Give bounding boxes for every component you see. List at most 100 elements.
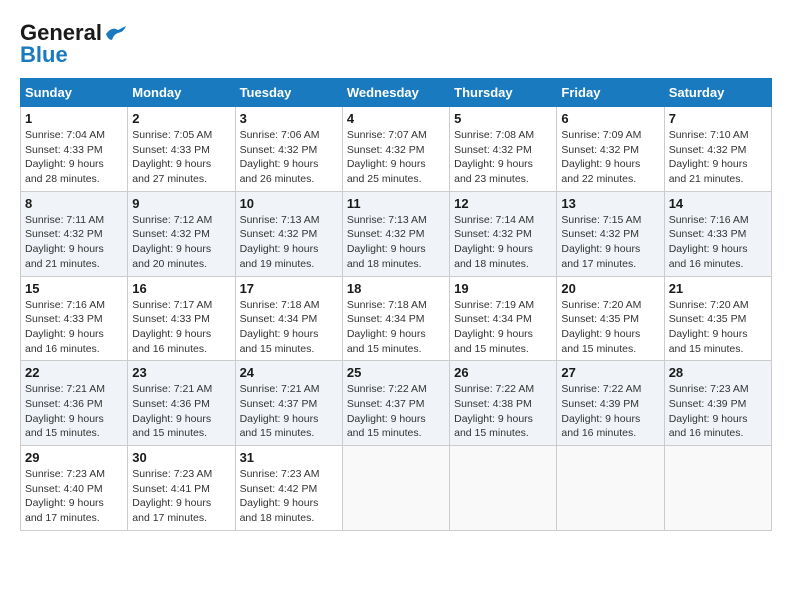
- day-number: 27: [561, 365, 659, 380]
- day-info: Sunrise: 7:04 AM Sunset: 4:33 PM Dayligh…: [25, 128, 123, 187]
- day-info: Sunrise: 7:16 AM Sunset: 4:33 PM Dayligh…: [669, 213, 767, 272]
- calendar-week-row: 15 Sunrise: 7:16 AM Sunset: 4:33 PM Dayl…: [21, 276, 772, 361]
- calendar-day-cell: [450, 446, 557, 531]
- calendar-day-cell: 20 Sunrise: 7:20 AM Sunset: 4:35 PM Dayl…: [557, 276, 664, 361]
- day-number: 13: [561, 196, 659, 211]
- calendar-day-cell: [557, 446, 664, 531]
- calendar-day-cell: 30 Sunrise: 7:23 AM Sunset: 4:41 PM Dayl…: [128, 446, 235, 531]
- day-number: 6: [561, 111, 659, 126]
- calendar-day-cell: 2 Sunrise: 7:05 AM Sunset: 4:33 PM Dayli…: [128, 107, 235, 192]
- day-number: 31: [240, 450, 338, 465]
- calendar-day-cell: 11 Sunrise: 7:13 AM Sunset: 4:32 PM Dayl…: [342, 191, 449, 276]
- calendar-weekday-header: Thursday: [450, 79, 557, 107]
- calendar-day-cell: 6 Sunrise: 7:09 AM Sunset: 4:32 PM Dayli…: [557, 107, 664, 192]
- calendar-day-cell: [342, 446, 449, 531]
- calendar-weekday-header: Saturday: [664, 79, 771, 107]
- day-info: Sunrise: 7:23 AM Sunset: 4:41 PM Dayligh…: [132, 467, 230, 526]
- calendar-day-cell: 16 Sunrise: 7:17 AM Sunset: 4:33 PM Dayl…: [128, 276, 235, 361]
- day-number: 2: [132, 111, 230, 126]
- day-info: Sunrise: 7:12 AM Sunset: 4:32 PM Dayligh…: [132, 213, 230, 272]
- day-number: 20: [561, 281, 659, 296]
- calendar-day-cell: 24 Sunrise: 7:21 AM Sunset: 4:37 PM Dayl…: [235, 361, 342, 446]
- calendar-day-cell: 21 Sunrise: 7:20 AM Sunset: 4:35 PM Dayl…: [664, 276, 771, 361]
- calendar-weekday-header: Wednesday: [342, 79, 449, 107]
- day-number: 25: [347, 365, 445, 380]
- day-info: Sunrise: 7:13 AM Sunset: 4:32 PM Dayligh…: [347, 213, 445, 272]
- day-number: 22: [25, 365, 123, 380]
- calendar-week-row: 1 Sunrise: 7:04 AM Sunset: 4:33 PM Dayli…: [21, 107, 772, 192]
- day-info: Sunrise: 7:09 AM Sunset: 4:32 PM Dayligh…: [561, 128, 659, 187]
- day-number: 18: [347, 281, 445, 296]
- day-number: 15: [25, 281, 123, 296]
- calendar-day-cell: 26 Sunrise: 7:22 AM Sunset: 4:38 PM Dayl…: [450, 361, 557, 446]
- calendar-day-cell: 27 Sunrise: 7:22 AM Sunset: 4:39 PM Dayl…: [557, 361, 664, 446]
- day-info: Sunrise: 7:20 AM Sunset: 4:35 PM Dayligh…: [669, 298, 767, 357]
- day-info: Sunrise: 7:13 AM Sunset: 4:32 PM Dayligh…: [240, 213, 338, 272]
- day-number: 23: [132, 365, 230, 380]
- day-info: Sunrise: 7:22 AM Sunset: 4:38 PM Dayligh…: [454, 382, 552, 441]
- calendar-header-row: SundayMondayTuesdayWednesdayThursdayFrid…: [21, 79, 772, 107]
- calendar-day-cell: 5 Sunrise: 7:08 AM Sunset: 4:32 PM Dayli…: [450, 107, 557, 192]
- calendar-table: SundayMondayTuesdayWednesdayThursdayFrid…: [20, 78, 772, 531]
- day-info: Sunrise: 7:15 AM Sunset: 4:32 PM Dayligh…: [561, 213, 659, 272]
- calendar-week-row: 29 Sunrise: 7:23 AM Sunset: 4:40 PM Dayl…: [21, 446, 772, 531]
- calendar-weekday-header: Sunday: [21, 79, 128, 107]
- day-info: Sunrise: 7:11 AM Sunset: 4:32 PM Dayligh…: [25, 213, 123, 272]
- calendar-day-cell: 4 Sunrise: 7:07 AM Sunset: 4:32 PM Dayli…: [342, 107, 449, 192]
- day-info: Sunrise: 7:23 AM Sunset: 4:42 PM Dayligh…: [240, 467, 338, 526]
- calendar-day-cell: 29 Sunrise: 7:23 AM Sunset: 4:40 PM Dayl…: [21, 446, 128, 531]
- day-number: 5: [454, 111, 552, 126]
- day-info: Sunrise: 7:16 AM Sunset: 4:33 PM Dayligh…: [25, 298, 123, 357]
- day-info: Sunrise: 7:21 AM Sunset: 4:36 PM Dayligh…: [132, 382, 230, 441]
- calendar-day-cell: 15 Sunrise: 7:16 AM Sunset: 4:33 PM Dayl…: [21, 276, 128, 361]
- day-info: Sunrise: 7:21 AM Sunset: 4:37 PM Dayligh…: [240, 382, 338, 441]
- day-number: 29: [25, 450, 123, 465]
- day-info: Sunrise: 7:14 AM Sunset: 4:32 PM Dayligh…: [454, 213, 552, 272]
- calendar-day-cell: 9 Sunrise: 7:12 AM Sunset: 4:32 PM Dayli…: [128, 191, 235, 276]
- calendar-day-cell: 14 Sunrise: 7:16 AM Sunset: 4:33 PM Dayl…: [664, 191, 771, 276]
- day-number: 26: [454, 365, 552, 380]
- day-number: 4: [347, 111, 445, 126]
- day-number: 7: [669, 111, 767, 126]
- calendar-week-row: 22 Sunrise: 7:21 AM Sunset: 4:36 PM Dayl…: [21, 361, 772, 446]
- calendar-day-cell: 13 Sunrise: 7:15 AM Sunset: 4:32 PM Dayl…: [557, 191, 664, 276]
- day-info: Sunrise: 7:10 AM Sunset: 4:32 PM Dayligh…: [669, 128, 767, 187]
- day-number: 24: [240, 365, 338, 380]
- day-info: Sunrise: 7:23 AM Sunset: 4:39 PM Dayligh…: [669, 382, 767, 441]
- calendar-day-cell: 7 Sunrise: 7:10 AM Sunset: 4:32 PM Dayli…: [664, 107, 771, 192]
- calendar-day-cell: 19 Sunrise: 7:19 AM Sunset: 4:34 PM Dayl…: [450, 276, 557, 361]
- day-number: 28: [669, 365, 767, 380]
- logo-bird-icon: [104, 26, 126, 42]
- day-info: Sunrise: 7:23 AM Sunset: 4:40 PM Dayligh…: [25, 467, 123, 526]
- day-info: Sunrise: 7:18 AM Sunset: 4:34 PM Dayligh…: [347, 298, 445, 357]
- day-info: Sunrise: 7:22 AM Sunset: 4:39 PM Dayligh…: [561, 382, 659, 441]
- calendar-day-cell: 23 Sunrise: 7:21 AM Sunset: 4:36 PM Dayl…: [128, 361, 235, 446]
- calendar-day-cell: 31 Sunrise: 7:23 AM Sunset: 4:42 PM Dayl…: [235, 446, 342, 531]
- day-info: Sunrise: 7:08 AM Sunset: 4:32 PM Dayligh…: [454, 128, 552, 187]
- calendar-day-cell: 18 Sunrise: 7:18 AM Sunset: 4:34 PM Dayl…: [342, 276, 449, 361]
- day-number: 19: [454, 281, 552, 296]
- day-number: 9: [132, 196, 230, 211]
- calendar-weekday-header: Tuesday: [235, 79, 342, 107]
- calendar-weekday-header: Monday: [128, 79, 235, 107]
- day-number: 10: [240, 196, 338, 211]
- page-header: General Blue: [20, 20, 772, 68]
- day-info: Sunrise: 7:20 AM Sunset: 4:35 PM Dayligh…: [561, 298, 659, 357]
- day-info: Sunrise: 7:05 AM Sunset: 4:33 PM Dayligh…: [132, 128, 230, 187]
- calendar-day-cell: 8 Sunrise: 7:11 AM Sunset: 4:32 PM Dayli…: [21, 191, 128, 276]
- day-number: 17: [240, 281, 338, 296]
- calendar-day-cell: [664, 446, 771, 531]
- day-info: Sunrise: 7:18 AM Sunset: 4:34 PM Dayligh…: [240, 298, 338, 357]
- calendar-day-cell: 25 Sunrise: 7:22 AM Sunset: 4:37 PM Dayl…: [342, 361, 449, 446]
- day-number: 11: [347, 196, 445, 211]
- day-info: Sunrise: 7:19 AM Sunset: 4:34 PM Dayligh…: [454, 298, 552, 357]
- logo-blue: Blue: [20, 42, 68, 68]
- day-number: 16: [132, 281, 230, 296]
- calendar-weekday-header: Friday: [557, 79, 664, 107]
- day-info: Sunrise: 7:07 AM Sunset: 4:32 PM Dayligh…: [347, 128, 445, 187]
- day-info: Sunrise: 7:06 AM Sunset: 4:32 PM Dayligh…: [240, 128, 338, 187]
- day-info: Sunrise: 7:21 AM Sunset: 4:36 PM Dayligh…: [25, 382, 123, 441]
- day-number: 8: [25, 196, 123, 211]
- day-number: 21: [669, 281, 767, 296]
- calendar-day-cell: 10 Sunrise: 7:13 AM Sunset: 4:32 PM Dayl…: [235, 191, 342, 276]
